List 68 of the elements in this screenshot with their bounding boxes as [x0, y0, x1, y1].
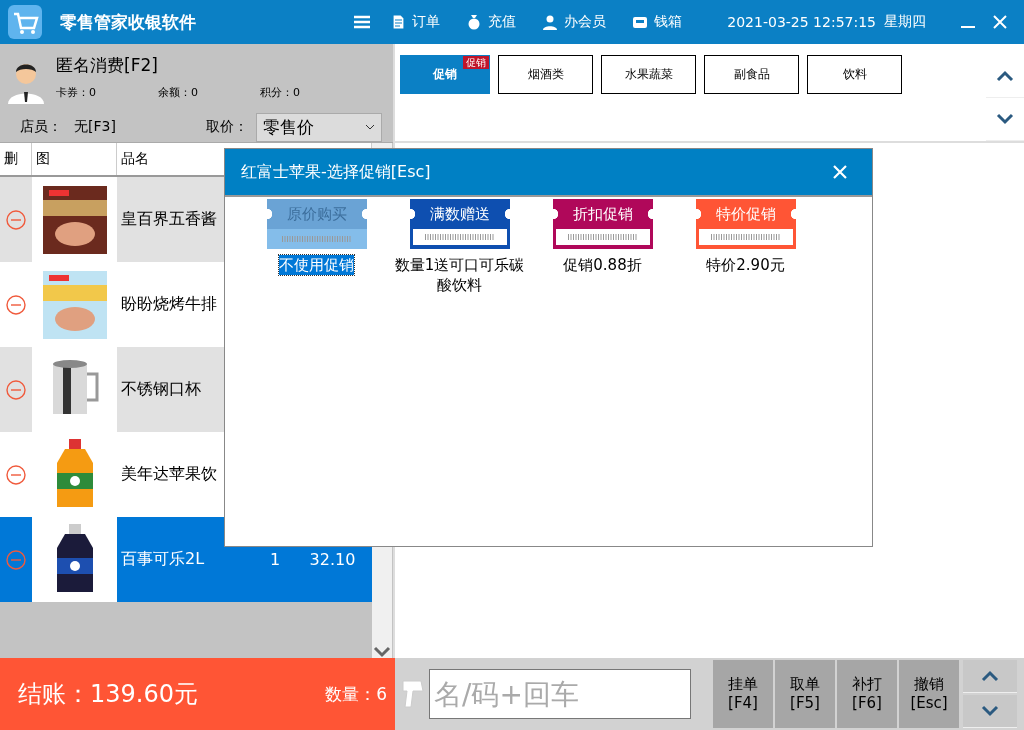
column-header: 删: [0, 143, 32, 175]
chevron-up-icon: [981, 670, 999, 682]
cash-drawer-icon: [632, 14, 648, 30]
menu-icon[interactable]: [354, 15, 370, 29]
category-tab[interactable]: 副食品: [704, 55, 799, 94]
category-tab[interactable]: 烟酒类: [498, 55, 593, 94]
money-bag-icon: [466, 14, 482, 30]
barcode-icon: [281, 236, 352, 242]
search-field[interactable]: 名/码+回车: [429, 669, 691, 719]
close-icon: [993, 15, 1007, 29]
scroll-up-button[interactable]: [963, 660, 1017, 693]
promotion-description: 数量1送可口可乐碳酸饮料: [393, 255, 526, 296]
customer-stat: 积分：0: [260, 85, 301, 100]
customer-stat: 卡券：0: [56, 85, 97, 100]
function-button[interactable]: 取单 [F5]: [775, 660, 835, 728]
menu-item[interactable]: 充值: [466, 13, 516, 31]
chevron-down-icon: [996, 113, 1014, 125]
checkout-total: 结账：139.60元: [18, 679, 198, 710]
price-select[interactable]: 零售价: [255, 112, 382, 142]
promotion-description: 特价2.90元: [705, 255, 786, 276]
product-name: 美年达苹果饮: [120, 463, 218, 485]
promotion-description: 不使用促销: [279, 255, 354, 276]
scroll-down-button[interactable]: [963, 695, 1017, 728]
minimize-icon: [961, 26, 975, 28]
remove-icon[interactable]: [6, 379, 26, 400]
function-button[interactable]: 补打 [F6]: [837, 660, 897, 728]
category-tab[interactable]: 水果蔬菜: [601, 55, 696, 94]
function-button[interactable]: 挂单 [F4]: [713, 660, 773, 728]
menu-item[interactable]: 钱箱: [632, 13, 682, 31]
item-count: 数量：6: [325, 682, 387, 706]
person-icon: [542, 14, 558, 30]
dropdown-caret-icon: [364, 124, 375, 130]
category-tab[interactable]: 饮料: [807, 55, 902, 94]
staff-value[interactable]: 无[F3]: [74, 118, 116, 136]
customer-name[interactable]: 匿名消费[F2]: [56, 54, 362, 77]
product-name: 百事可乐2L: [120, 548, 206, 570]
customer-stat: 余额：0: [158, 85, 199, 100]
date-time: 2021-03-25 12:57:15: [727, 14, 876, 30]
remove-icon[interactable]: [6, 464, 26, 485]
remove-icon[interactable]: [6, 209, 26, 230]
category-tab[interactable]: 促销 促销: [400, 55, 490, 94]
chevron-down-icon: [981, 705, 999, 717]
scroll-down-icon: [373, 646, 391, 658]
barcode-icon: [710, 234, 781, 240]
remove-icon[interactable]: [6, 294, 26, 315]
promotion-coupon[interactable]: 折扣促销: [552, 199, 653, 249]
menu-item[interactable]: 订单: [390, 13, 440, 31]
cart-logo-icon: [8, 5, 42, 39]
product-name: 皇百界五香酱: [120, 208, 218, 230]
column-header: 图: [32, 143, 117, 175]
chevron-up-icon: [996, 70, 1014, 82]
promotion-coupon[interactable]: 满数赠送: [409, 199, 510, 249]
menu-item[interactable]: 办会员: [542, 13, 606, 31]
quantity: 1: [268, 549, 282, 571]
price-label: 取价：: [205, 118, 248, 136]
app-title: 零售管家收银软件: [60, 10, 197, 34]
product-name: 不锈钢口杯: [120, 378, 202, 400]
staff-label: 店员：: [20, 118, 62, 136]
barcode-icon: [424, 234, 495, 240]
function-button[interactable]: 撤销 [Esc]: [899, 660, 959, 728]
close-icon: [833, 165, 847, 179]
barcode-icon: [567, 234, 638, 240]
document-icon: [390, 14, 406, 30]
product-name: 盼盼烧烤牛排: [120, 293, 218, 315]
promotion-description: 促销0.88折: [562, 255, 643, 276]
promo-ribbon: 促销: [463, 56, 489, 69]
weekday: 星期四: [884, 13, 926, 31]
amount: 32.10: [308, 549, 357, 571]
